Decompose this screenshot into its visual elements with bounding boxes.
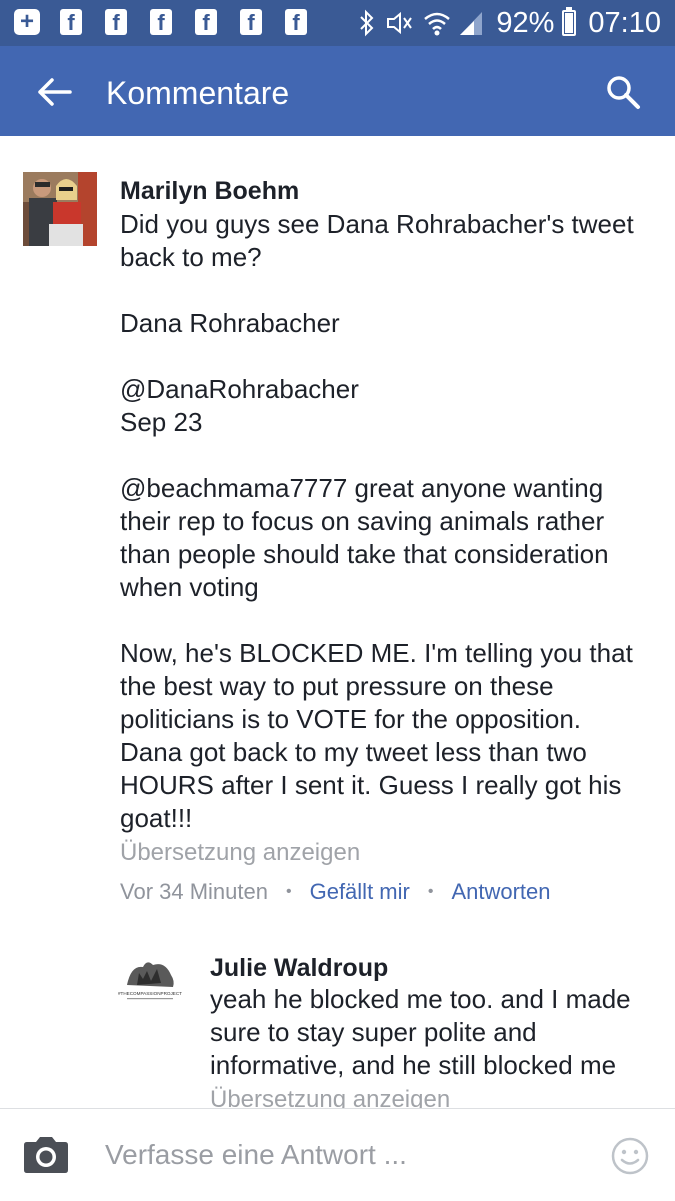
- facebook-icon: f: [105, 9, 127, 35]
- mute-icon: [387, 11, 413, 35]
- avatar[interactable]: [23, 172, 97, 246]
- separator-dot: •: [427, 883, 434, 900]
- avatar-logo: #THECOMPASSIONPROJECT: [113, 945, 187, 1019]
- facebook-icon: f: [240, 9, 262, 35]
- back-button[interactable]: [34, 72, 74, 112]
- facebook-icon: f: [195, 9, 217, 35]
- facebook-icon: f: [285, 9, 307, 35]
- comment-author[interactable]: Marilyn Boehm: [120, 176, 299, 206]
- signal-icon: [460, 12, 483, 35]
- comment-timestamp: Vor 34 Minuten: [120, 879, 268, 904]
- search-button[interactable]: [605, 74, 641, 110]
- reply-button[interactable]: Antworten: [451, 878, 550, 906]
- reply-input[interactable]: [105, 1135, 585, 1175]
- avatar[interactable]: #THECOMPASSIONPROJECT: [113, 945, 187, 1019]
- camera-icon: [24, 1137, 68, 1173]
- status-bar: + f f f f f f 92% 07:10: [0, 0, 675, 46]
- emoji-button[interactable]: [610, 1136, 650, 1176]
- facebook-icon: f: [150, 9, 172, 35]
- notification-icons: + f f f f f f: [14, 9, 330, 35]
- add-icon: +: [14, 9, 40, 35]
- bluetooth-icon: [360, 9, 374, 37]
- avatar-photo: [23, 172, 97, 246]
- wifi-icon: [424, 12, 451, 36]
- facebook-icon: f: [60, 9, 82, 35]
- comment-text: Did you guys see Dana Rohrabacher's twee…: [120, 209, 634, 833]
- battery-icon: [562, 7, 577, 36]
- like-button[interactable]: Gefällt mir: [310, 878, 410, 906]
- camera-button[interactable]: [22, 1135, 70, 1175]
- show-translation-link[interactable]: Übersetzung anzeigen: [120, 838, 360, 868]
- compose-bar: [0, 1108, 675, 1201]
- battery-percent: 92%: [496, 7, 555, 39]
- separator-dot: •: [285, 883, 292, 900]
- comment-meta: Vor 34 Minuten • Gefällt mir • Antworten: [120, 878, 551, 906]
- comment-author[interactable]: Julie Waldroup: [210, 953, 388, 983]
- back-arrow-icon: [38, 78, 72, 106]
- page-title: Kommentare: [106, 75, 290, 111]
- smiley-icon: [611, 1137, 649, 1175]
- svg-text:#THECOMPASSIONPROJECT: #THECOMPASSIONPROJECT: [118, 991, 182, 996]
- app-bar: Kommentare: [0, 46, 675, 136]
- search-icon: [607, 76, 640, 109]
- clock: 07:10: [588, 7, 661, 39]
- comment-text: yeah he blocked me too. and I made sure …: [210, 984, 631, 1080]
